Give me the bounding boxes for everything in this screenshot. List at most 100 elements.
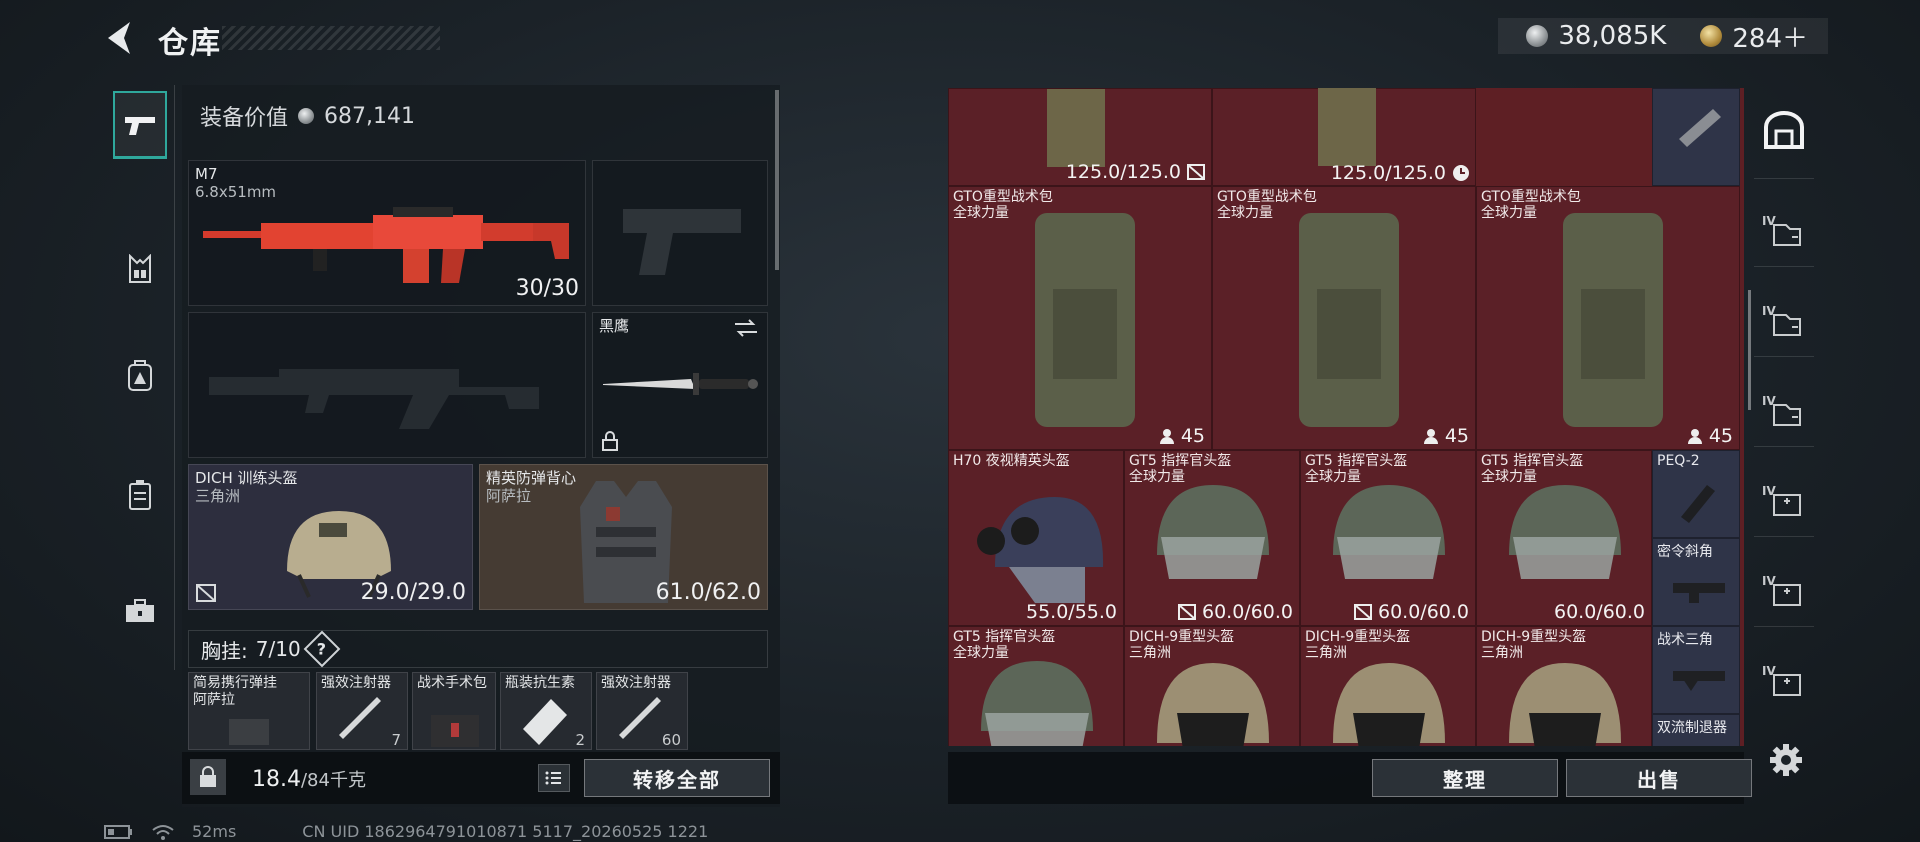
- weight-readout: 18.4/84千克: [252, 766, 366, 792]
- attachment-item[interactable]: [1652, 88, 1740, 186]
- item-durability: 60.0/60.0: [1553, 601, 1645, 623]
- battery-icon: [104, 824, 132, 839]
- category-rail: [105, 85, 175, 670]
- attachment-item[interactable]: 战术三角: [1652, 626, 1740, 714]
- storage-scrollbar[interactable]: [1748, 290, 1751, 410]
- transfer-all-button[interactable]: 转移全部: [584, 759, 770, 797]
- attachment-item[interactable]: 密令斜角: [1652, 538, 1740, 626]
- helmet-image: [1509, 663, 1621, 746]
- storage-tab-5[interactable]: IV: [1758, 566, 1810, 618]
- storage-tab-2[interactable]: IV: [1758, 296, 1810, 348]
- chest-item-name: 简易携行弹挂: [193, 675, 277, 691]
- sort-button[interactable]: 整理: [1372, 759, 1558, 797]
- storage-tab-6[interactable]: IV: [1758, 656, 1810, 708]
- help-icon[interactable]: ?: [303, 630, 341, 668]
- helmet-slot[interactable]: DICH 训练头盔 三角洲 29.0/29.0: [188, 464, 473, 610]
- chest-item-extra: 2: [575, 731, 585, 749]
- attachment-item[interactable]: 双流制退器: [1652, 714, 1740, 746]
- briefcase-icon: [126, 599, 154, 622]
- item-name: H70 夜视精英头盔: [953, 453, 1070, 469]
- storage-tab-1[interactable]: IV: [1758, 206, 1810, 258]
- item-durability: 60.0/60.0: [1377, 601, 1469, 623]
- rail-tab-toolbox[interactable]: [113, 577, 167, 645]
- case-icon: [129, 480, 151, 510]
- helmet-item[interactable]: DICH-9重型头盔 三角洲: [1300, 626, 1476, 746]
- helmet-image: [1157, 663, 1269, 746]
- vest-slot[interactable]: 精英防弹背心 阿萨拉 61.0/62.0: [479, 464, 768, 610]
- item-name: GT5 指挥官头盔: [1129, 453, 1232, 469]
- divider: [1754, 536, 1814, 537]
- equipment-scrollbar[interactable]: [775, 90, 779, 270]
- rail-tab-backpack[interactable]: [113, 341, 167, 409]
- backpack-item[interactable]: GTO重型战术包 全球力量 45: [948, 186, 1212, 450]
- no-repair-icon: [1353, 604, 1372, 620]
- list-icon: [545, 771, 561, 785]
- helmet-item[interactable]: GT5 指挥官头盔 全球力量 60.0/60.0: [1300, 450, 1476, 626]
- storage-item[interactable]: 125.0/125.0: [1212, 88, 1476, 186]
- item-name: 双流制退器: [1657, 720, 1727, 736]
- no-repair-icon: [1187, 164, 1205, 180]
- gold-currency-value[interactable]: 284＋: [1732, 18, 1808, 55]
- secondary-weapon-slot[interactable]: [592, 160, 768, 306]
- helmet-item[interactable]: GT5 指挥官头盔 全球力量 60.0/60.0: [1476, 450, 1652, 626]
- item-durability: 125.0/125.0: [1330, 162, 1446, 184]
- divider: [1754, 626, 1814, 627]
- list-view-button[interactable]: [538, 764, 570, 792]
- rifle-image: [203, 207, 569, 283]
- swap-icon[interactable]: [733, 319, 759, 337]
- backpack-image: [1563, 213, 1663, 427]
- helmet-item[interactable]: H70 夜视精英头盔 55.0/55.0: [948, 450, 1124, 626]
- rail-tab-weapons[interactable]: [113, 91, 167, 159]
- helmet-image: [1157, 485, 1269, 579]
- settings-gear-icon[interactable]: [1768, 742, 1804, 778]
- helmet-item[interactable]: GT5 指挥官头盔 全球力量: [948, 626, 1124, 746]
- sell-button[interactable]: 出售: [1566, 759, 1752, 797]
- chest-item-name: 战术手术包: [417, 675, 487, 691]
- back-arrow-icon[interactable]: [100, 18, 140, 58]
- helmet-item[interactable]: DICH-9重型头盔 三角洲: [1476, 626, 1652, 746]
- item-name: GT5 指挥官头盔: [1481, 453, 1584, 469]
- storage-tab-main[interactable]: [1758, 104, 1810, 156]
- medkit-image: [431, 715, 479, 747]
- chest-rig-icon: [129, 254, 151, 283]
- helmet-item[interactable]: DICH-9重型头盔 三角洲: [1124, 626, 1300, 746]
- second-primary-slot[interactable]: [188, 312, 586, 458]
- attachment-item[interactable]: PEQ-2: [1652, 450, 1740, 538]
- melee-slot[interactable]: 黑鹰: [592, 312, 768, 458]
- chest-item-extra: 7: [391, 731, 401, 749]
- lock-icon: [200, 766, 216, 787]
- silver-coin-icon: [298, 108, 315, 124]
- storage-tab-3[interactable]: IV: [1758, 386, 1810, 438]
- no-repair-icon: [196, 584, 216, 602]
- chest-item[interactable]: 瓶装抗生素 2: [500, 672, 592, 750]
- peq-image: [1681, 485, 1715, 523]
- storage-grid: 125.0/125.0 125.0/125.0 GTO重型战术包 全球力量 45 …: [948, 88, 1744, 746]
- user-icon: [1687, 429, 1702, 444]
- primary-weapon-slot[interactable]: M7 6.8x51mm 30/30: [188, 160, 586, 306]
- laser-module-image: [1679, 109, 1721, 147]
- chest-item[interactable]: 战术手术包: [412, 672, 496, 750]
- weapon-caliber: 6.8x51mm: [195, 183, 277, 201]
- backpack-item[interactable]: GTO重型战术包 全球力量 45: [1476, 186, 1740, 450]
- backpack-item[interactable]: GTO重型战术包 全球力量 45: [1212, 186, 1476, 450]
- item-count: 45: [1444, 425, 1469, 447]
- safe-box-button[interactable]: [190, 759, 226, 795]
- rail-tab-case[interactable]: [113, 461, 167, 529]
- chest-item[interactable]: 简易携行弹挂 阿萨拉: [188, 672, 310, 750]
- storage-tab-4[interactable]: IV: [1758, 476, 1810, 528]
- backpack-image: [1047, 89, 1105, 167]
- rail-tab-chest-rig[interactable]: [113, 235, 167, 303]
- chest-rig-count: 7/10: [255, 637, 301, 661]
- chest-item[interactable]: 强效注射器 60: [596, 672, 688, 750]
- vest-durability: 61.0/62.0: [655, 580, 761, 605]
- silver-coin-icon: [1526, 25, 1549, 47]
- helmet-image: [977, 497, 1104, 603]
- item-name: GT5 指挥官头盔: [953, 629, 1056, 645]
- backpack-icon: [128, 360, 152, 391]
- backpack-image: [1035, 213, 1135, 427]
- chest-item[interactable]: 强效注射器 7: [316, 672, 408, 750]
- grip-image: [1673, 583, 1725, 603]
- storage-item[interactable]: 125.0/125.0: [948, 88, 1212, 186]
- helmet-durability: 29.0/29.0: [360, 580, 466, 605]
- helmet-item[interactable]: GT5 指挥官头盔 全球力量 60.0/60.0: [1124, 450, 1300, 626]
